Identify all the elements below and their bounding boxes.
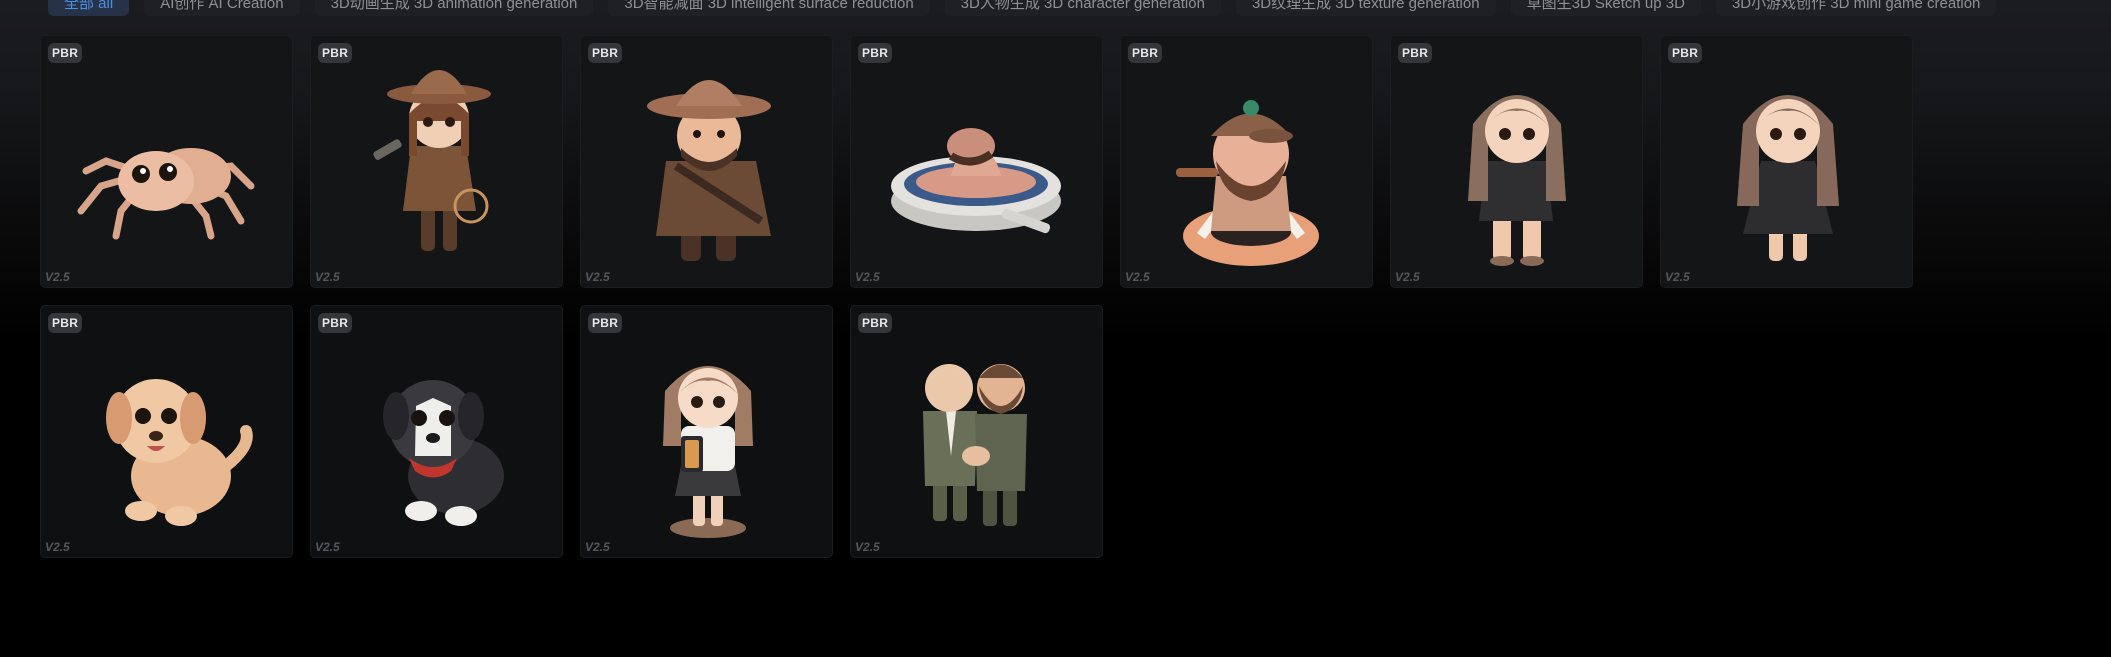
tab-3d-texture-generation[interactable]: 3D纹理生成 3D texture generation bbox=[1235, 0, 1496, 16]
version-label: V2.5 bbox=[1395, 270, 1420, 284]
pbr-badge: PBR bbox=[1668, 43, 1703, 63]
model-card[interactable]: PBR V2.5 bbox=[40, 305, 293, 558]
girl-dress-model-icon bbox=[1737, 95, 1839, 261]
model-card[interactable]: PBR V2.5 bbox=[1390, 35, 1643, 288]
pbr-badge: PBR bbox=[858, 43, 893, 63]
pbr-badge: PBR bbox=[318, 313, 353, 333]
bathtub-man-model-icon bbox=[891, 128, 1061, 234]
black-puppy-model-icon bbox=[383, 380, 504, 526]
version-label: V2.5 bbox=[585, 540, 610, 554]
version-label: V2.5 bbox=[315, 270, 340, 284]
pbr-badge: PBR bbox=[318, 43, 353, 63]
version-label: V2.5 bbox=[45, 270, 70, 284]
cigar-man-model-icon bbox=[1176, 100, 1319, 266]
pbr-badge: PBR bbox=[48, 313, 83, 333]
version-label: V2.5 bbox=[855, 540, 880, 554]
model-card[interactable]: PBR V2.5 bbox=[310, 35, 563, 288]
pbr-badge: PBR bbox=[858, 313, 893, 333]
golden-puppy-model-icon bbox=[106, 379, 253, 526]
girl-model-icon bbox=[1468, 95, 1566, 266]
model-card[interactable]: PBR V2.5 bbox=[850, 35, 1103, 288]
version-label: V2.5 bbox=[315, 540, 340, 554]
girl-phone-model-icon bbox=[663, 366, 753, 538]
version-label: V2.5 bbox=[1665, 270, 1690, 284]
tab-3d-surface-reduction[interactable]: 3D智能减面 3D intelligent surface reduction bbox=[608, 0, 930, 16]
tab-sketch-up-3d[interactable]: 草图生3D Sketch up 3D bbox=[1510, 0, 1701, 16]
cowboy-model-icon bbox=[647, 80, 771, 261]
tab-ai-creation[interactable]: AI创作 AI Creation bbox=[144, 0, 300, 16]
version-label: V2.5 bbox=[585, 270, 610, 284]
pbr-badge: PBR bbox=[588, 43, 623, 63]
tab-3d-animation-generation[interactable]: 3D动画生成 3D animation generation bbox=[314, 0, 594, 16]
version-label: V2.5 bbox=[855, 270, 880, 284]
model-card[interactable]: PBR V2.5 bbox=[580, 305, 833, 558]
pbr-badge: PBR bbox=[588, 313, 623, 333]
model-card[interactable]: PBR V2.5 bbox=[1120, 35, 1373, 288]
tab-all[interactable]: 全部 all bbox=[48, 0, 130, 16]
model-card[interactable]: PBR V2.5 bbox=[580, 35, 833, 288]
two-men-model-icon bbox=[923, 364, 1027, 526]
model-card[interactable]: PBR V2.5 bbox=[40, 35, 293, 288]
model-card[interactable]: PBR V2.5 bbox=[850, 305, 1103, 558]
version-label: V2.5 bbox=[1125, 270, 1150, 284]
model-card[interactable]: PBR V2.5 bbox=[310, 305, 563, 558]
spider-model-icon bbox=[77, 148, 255, 240]
pbr-badge: PBR bbox=[1128, 43, 1163, 63]
cowgirl-model-icon bbox=[373, 70, 491, 251]
version-label: V2.5 bbox=[45, 540, 70, 554]
tab-3d-character-generation[interactable]: 3D人物生成 3D character generation bbox=[944, 0, 1221, 16]
pbr-badge: PBR bbox=[1398, 43, 1433, 63]
tab-3d-mini-game[interactable]: 3D小游戏创作 3D mini game creation bbox=[1715, 0, 1997, 16]
pbr-badge: PBR bbox=[48, 43, 83, 63]
category-tabs: 全部 all AI创作 AI Creation 3D动画生成 3D animat… bbox=[48, 0, 1997, 16]
model-card[interactable]: PBR V2.5 bbox=[1660, 35, 1913, 288]
model-grid: PBR V2.5 PBR V2.5 PBR V2.5 PBR V2.5 PBR … bbox=[40, 35, 1913, 558]
